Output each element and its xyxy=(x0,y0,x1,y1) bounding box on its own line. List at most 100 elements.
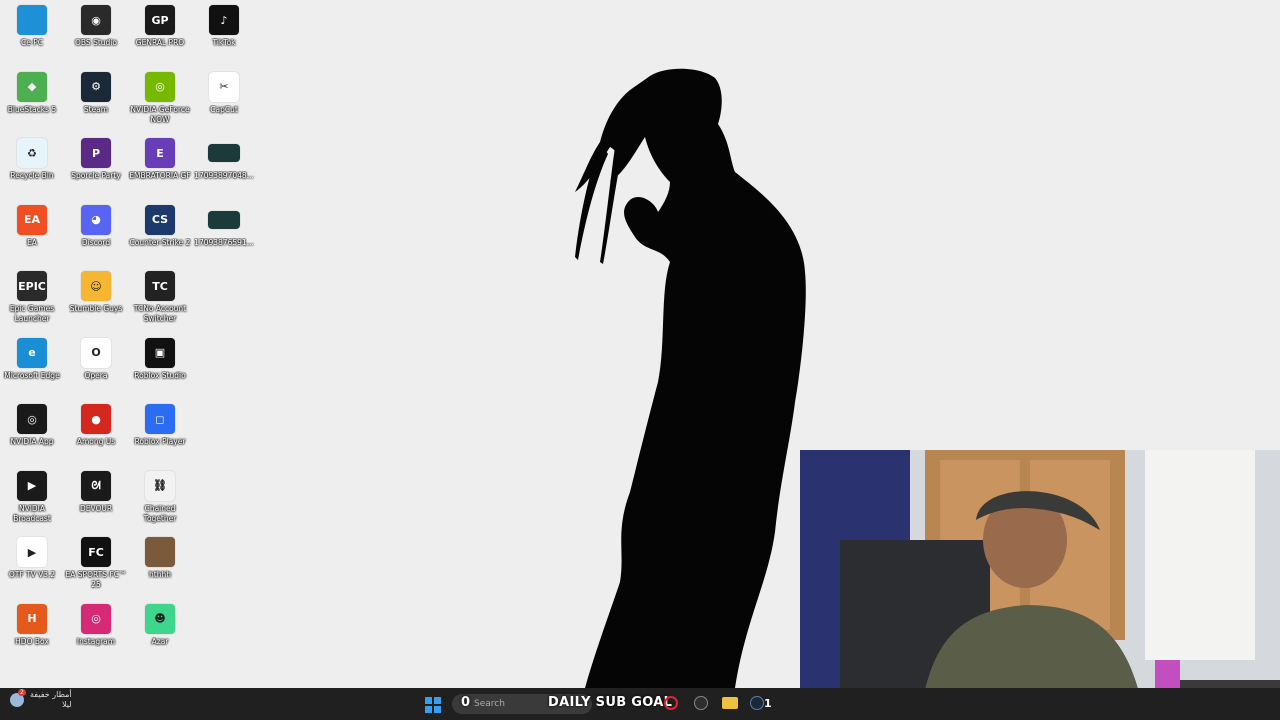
desktop-shortcut[interactable]: ✂ CapCut xyxy=(192,71,256,138)
desktop-shortcut[interactable]: ◎ NVIDIA App xyxy=(0,404,64,470)
desktop-shortcut[interactable]: H HDO Box xyxy=(0,603,64,670)
wallpaper-silhouette xyxy=(575,68,806,688)
desktop-shortcut[interactable]: ◕ Discord xyxy=(64,204,128,271)
desktop-shortcut-label: Roblox Studio xyxy=(134,370,186,380)
roblox-player-icon: ◻ xyxy=(145,404,175,434)
capcut-icon: ✂ xyxy=(209,71,239,102)
weather-text: أمطار خفيفة ليلا xyxy=(30,690,72,710)
desktop-shortcut-label: Recycle Bin xyxy=(10,171,54,180)
desktop-shortcut-label: GENRAL PRO xyxy=(135,38,185,47)
taskbar-app-opera[interactable] xyxy=(664,696,678,710)
ea-sports-fc-icon: FC xyxy=(81,537,111,567)
desktop-shortcut-label: Stumble Guys xyxy=(69,304,123,313)
desktop-shortcut[interactable]: hthhh xyxy=(128,537,192,603)
video-thumbnail-icon xyxy=(208,210,240,229)
sub-goal-count: 0 xyxy=(461,695,471,710)
windows-logo-icon xyxy=(434,697,441,704)
webcam-overlay xyxy=(800,450,1280,720)
genral-pro-icon: GP xyxy=(145,5,175,35)
weather-icon: 2 xyxy=(10,689,26,707)
desktop-shortcut[interactable]: ▶ OTF TV V3.2 xyxy=(0,537,64,603)
geforce-now-icon: ◎ xyxy=(145,71,175,102)
desktop-shortcut[interactable]: e Microsoft Edge xyxy=(0,337,64,404)
desktop-shortcut[interactable]: ⚙ Steam xyxy=(64,71,128,138)
epic-games-icon: EPIC xyxy=(17,271,47,301)
among-us-icon: ● xyxy=(81,404,111,434)
desktop-shortcut[interactable]: Ce PC xyxy=(0,5,64,71)
desktop-shortcut[interactable]: EA EA xyxy=(0,204,64,271)
taskbar: 2 أمطار خفيفة ليلا Search 0 DAILY SUB GO… xyxy=(0,688,1280,720)
desktop-shortcut[interactable]: ♪ TikTok xyxy=(192,5,256,71)
desktop-shortcut-label: Microsoft Edge xyxy=(4,370,60,380)
bluestacks-icon: ◆ xyxy=(17,71,47,102)
nvidia-app-icon: ◎ xyxy=(17,404,47,434)
desktop-shortcut-label: OBS Studio xyxy=(75,38,117,47)
embratoria-icon: E xyxy=(145,138,175,168)
obs-icon: ◉ xyxy=(81,5,111,35)
chained-together-icon: ⛓ xyxy=(145,470,175,501)
desktop-shortcut[interactable]: CS Counter-Strike 2 xyxy=(128,204,192,271)
desktop-shortcut[interactable]: ◎ Instagram xyxy=(64,603,128,670)
opera-icon: O xyxy=(81,337,111,368)
hdo-box-icon: H xyxy=(17,603,47,634)
taskbar-app-explorer[interactable] xyxy=(722,697,738,709)
computer-icon xyxy=(17,5,47,35)
desktop-shortcut-label: Ce PC xyxy=(21,38,43,47)
steam-icon: ⚙ xyxy=(81,71,111,102)
desktop-shortcut[interactable]: ☻ Azar xyxy=(128,603,192,670)
desktop-shortcut[interactable]: O Opera xyxy=(64,337,128,404)
desktop-shortcut[interactable]: ◉ OBS Studio xyxy=(64,5,128,71)
desktop-shortcut-label: HDO Box xyxy=(15,636,49,646)
desktop-shortcut[interactable]: GP GENRAL PRO xyxy=(128,5,192,71)
start-button[interactable] xyxy=(425,697,441,713)
stumble-guys-icon: ☺ xyxy=(81,271,111,301)
discord-icon: ◕ xyxy=(81,204,111,235)
desktop-shortcut[interactable]: ● Among Us xyxy=(64,404,128,470)
desktop-shortcut-label: Counter-Strike 2 xyxy=(129,237,191,247)
desktop-shortcut[interactable]: ◻ Roblox Player xyxy=(128,404,192,470)
desktop-shortcut-label: DEVOUR xyxy=(79,503,113,513)
desktop-shortcut[interactable]: TC TCNo Account Switcher xyxy=(128,271,192,337)
windows-logo-icon xyxy=(434,706,441,713)
taskbar-app-obs[interactable] xyxy=(694,696,708,710)
weather-condition: أمطار خفيفة xyxy=(30,690,72,699)
desktop-shortcut[interactable]: FC EA SPORTS FC™ 25 xyxy=(64,537,128,603)
desktop-shortcut-label: Steam xyxy=(83,104,109,114)
edge-icon: e xyxy=(17,337,47,368)
desktop-shortcut[interactable]: ▣ Roblox Studio xyxy=(128,337,192,404)
taskbar-app-steam[interactable] xyxy=(750,696,764,710)
roblox-studio-icon: ▣ xyxy=(145,337,175,368)
nvidia-broadcast-icon: ▶ xyxy=(17,470,47,501)
desktop-shortcut-label: Opera xyxy=(84,370,108,380)
desktop-shortcut[interactable]: ♻ Recycle Bin xyxy=(0,138,64,204)
desktop-shortcut-label: TikTok xyxy=(212,38,236,47)
desktop-shortcut[interactable]: ☺ Stumble Guys xyxy=(64,271,128,337)
desktop-shortcut[interactable]: ◆ BlueStacks 5 xyxy=(0,71,64,138)
video-thumbnail-icon xyxy=(208,144,240,162)
desktop-shortcut-label: BlueStacks 5 xyxy=(7,104,57,114)
desktop-shortcut[interactable]: EPIC Epic Games Launcher xyxy=(0,271,64,337)
desktop-shortcut-label: TCNo Account Switcher xyxy=(133,304,187,323)
desktop-shortcut[interactable]: P Sporcle Party xyxy=(64,138,128,204)
desktop-shortcut[interactable]: ▶ NVIDIA Broadcast xyxy=(0,470,64,537)
desktop-shortcut-label: EA xyxy=(27,237,37,247)
desktop-shortcut-label: Chained Together xyxy=(143,503,177,523)
desktop-shortcut-label: CapCut xyxy=(210,104,238,114)
desktop-shortcut[interactable]: 17093897048... xyxy=(192,138,256,204)
desktop-shortcut-label: NVIDIA App xyxy=(10,437,54,446)
desktop-shortcut[interactable]: 17093876591... xyxy=(192,205,256,271)
azar-icon: ☻ xyxy=(145,603,175,634)
desktop-shortcut-label: EA SPORTS FC™ 25 xyxy=(65,570,127,589)
search-placeholder: Search xyxy=(474,699,505,709)
desktop-shortcut-label: EMBRATORIA GF xyxy=(129,171,191,180)
desktop-shortcut[interactable]: E EMBRATORIA GF xyxy=(128,138,192,204)
desktop-shortcut[interactable]: ◎ NVIDIA GeForce NOW xyxy=(128,71,192,138)
tcno-icon: TC xyxy=(145,271,175,301)
desktop-shortcut[interactable]: ᘛ DEVOUR xyxy=(64,470,128,537)
desktop-shortcut-label: hthhh xyxy=(149,570,171,579)
desktop-shortcut[interactable]: ⛓ Chained Together xyxy=(128,470,192,537)
desktop-shortcut-label: Instagram xyxy=(76,636,116,646)
weather-badge: 2 xyxy=(18,689,26,696)
photo-icon xyxy=(145,537,175,567)
weather-widget[interactable]: 2 أمطار خفيفة ليلا xyxy=(10,689,72,710)
